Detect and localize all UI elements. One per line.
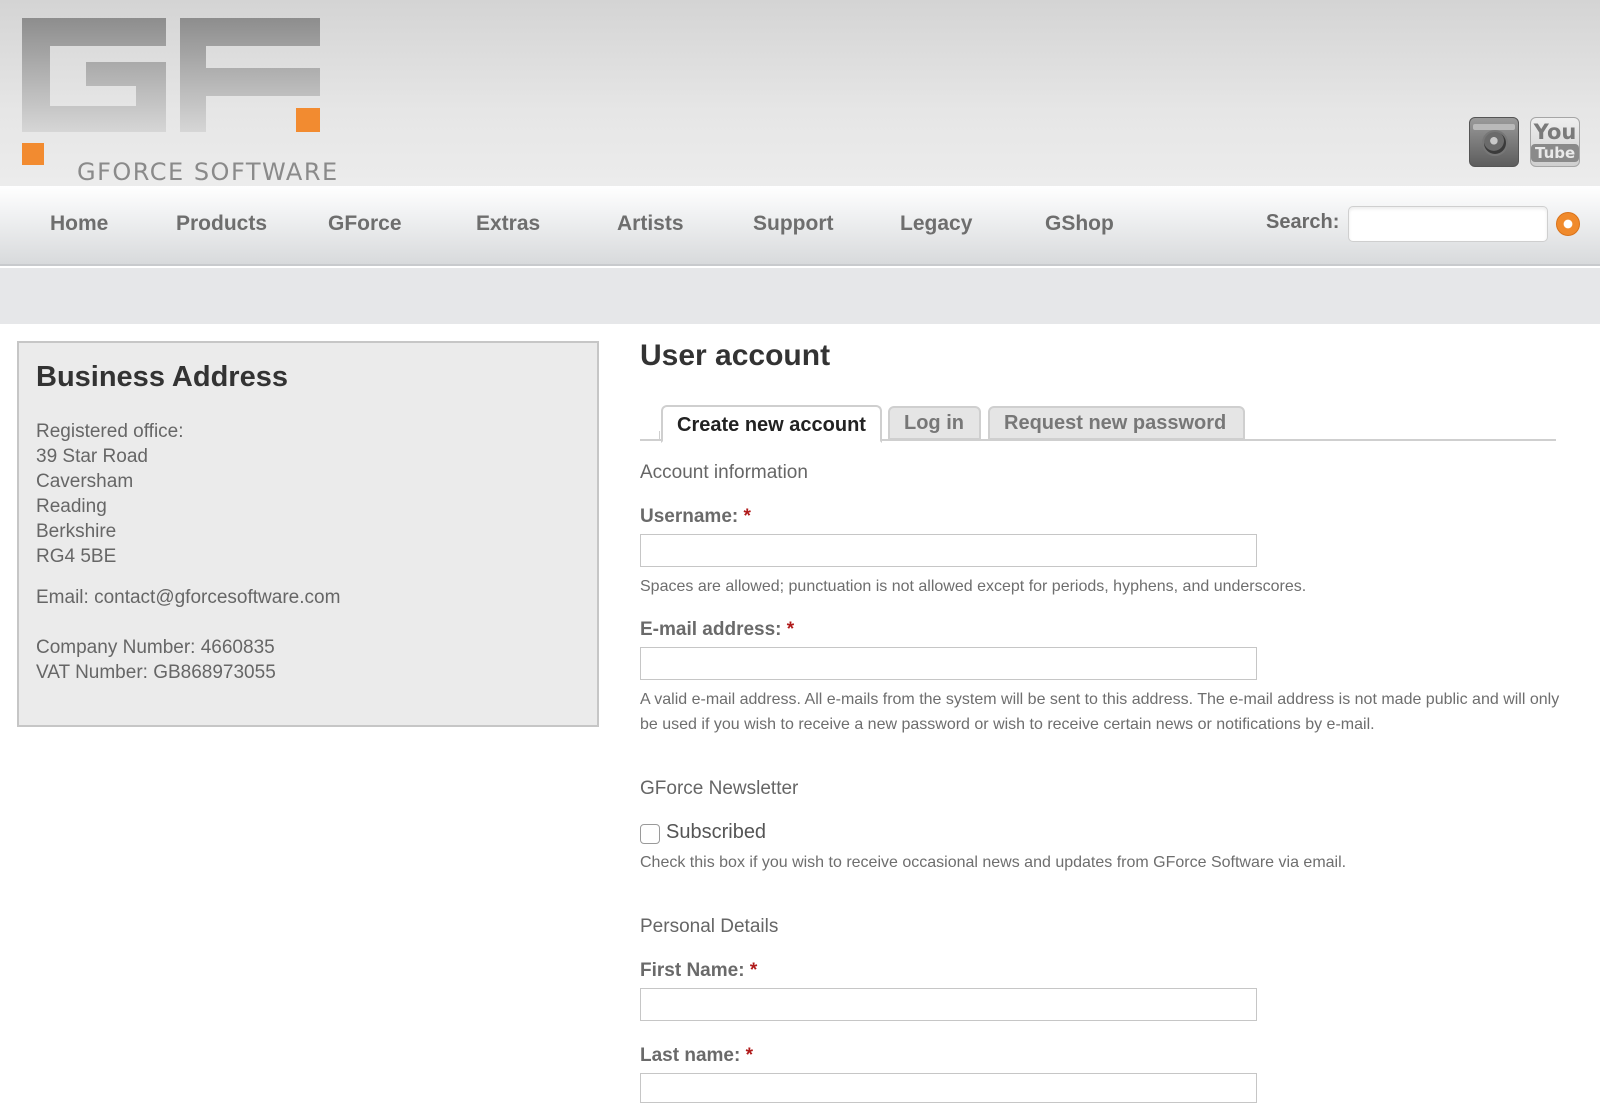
business-address-block: Business Address Registered office: 39 S… — [17, 341, 599, 727]
username-field[interactable] — [640, 534, 1257, 567]
sub-navigation-bar — [0, 268, 1600, 324]
subscribed-label[interactable]: Subscribed — [666, 821, 766, 844]
required-marker: * — [749, 960, 758, 981]
first-name-field[interactable] — [640, 988, 1257, 1021]
address-line: Berkshire — [36, 521, 117, 542]
nav-item-gforce[interactable]: GForce — [328, 208, 402, 240]
gf-logo-icon[interactable]: GFORCE SOFTWARE — [20, 16, 337, 186]
required-marker: * — [786, 619, 795, 640]
last-name-field[interactable] — [640, 1073, 1257, 1103]
email-label-text: E-mail address: — [640, 619, 782, 640]
nav-item-home[interactable]: Home — [50, 208, 108, 240]
instagram-camera-icon[interactable] — [1469, 117, 1519, 167]
address-line: Reading — [36, 496, 107, 517]
camera-lens — [1482, 130, 1508, 156]
youtube-tube-text: Tube — [1531, 144, 1580, 162]
search-input[interactable] — [1348, 206, 1548, 242]
email-label: E-mail address: * — [640, 619, 794, 641]
subscribed-checkbox[interactable] — [640, 824, 660, 844]
logo-wordmark: GFORCE SOFTWARE — [77, 158, 339, 186]
email-field[interactable] — [640, 647, 1257, 680]
newsletter-heading: GForce Newsletter — [640, 778, 799, 799]
gf-logo-graphic — [22, 18, 320, 165]
last-name-label-text: Last name: — [640, 1045, 741, 1066]
search-label: Search: — [1266, 211, 1340, 233]
contact-email: Email: contact@gforcesoftware.com — [36, 587, 341, 608]
youtube-you-text: You — [1533, 120, 1577, 144]
search-go-icon[interactable] — [1556, 212, 1580, 236]
required-marker: * — [745, 1045, 753, 1066]
nav-item-artists[interactable]: Artists — [617, 208, 684, 240]
youtube-icon[interactable]: You Tube — [1530, 117, 1580, 167]
personal-details-heading: Personal Details — [640, 916, 779, 937]
first-name-label: First Name: * — [640, 960, 757, 982]
page-title: User account — [640, 339, 831, 372]
required-marker: * — [743, 506, 751, 527]
newsletter-help: Check this box if you wish to receive oc… — [640, 854, 1347, 871]
username-label: Username: * — [640, 506, 751, 528]
tab-request-new-password[interactable]: Request new password — [988, 406, 1245, 440]
site-header: GFORCE SOFTWARE You Tube — [0, 0, 1600, 186]
username-help: Spaces are allowed; punctuation is not a… — [640, 578, 1307, 595]
nav-item-support[interactable]: Support — [753, 208, 833, 240]
main-navigation: Home Products GForce Extras Artists Supp… — [0, 186, 1600, 266]
tab-create-new-account[interactable]: Create new account — [661, 405, 882, 443]
nav-item-gshop[interactable]: GShop — [1045, 208, 1114, 240]
company-number: Company Number: 4660835 — [36, 637, 275, 658]
address-line: Caversham — [36, 471, 134, 492]
address-line: RG4 5BE — [36, 546, 117, 567]
tab-log-in[interactable]: Log in — [888, 406, 981, 440]
email-help: A valid e-mail address. All e-mails from… — [640, 691, 1560, 733]
nav-item-products[interactable]: Products — [176, 208, 267, 240]
nav-item-legacy[interactable]: Legacy — [900, 208, 972, 240]
vat-number: VAT Number: GB868973055 — [36, 662, 276, 683]
account-information-heading: Account information — [640, 462, 808, 483]
business-address-title: Business Address — [36, 361, 288, 393]
first-name-label-text: First Name: — [640, 960, 745, 981]
last-name-label: Last name: * — [640, 1045, 753, 1067]
username-label-text: Username: — [640, 506, 739, 527]
address-line: Registered office: — [36, 421, 184, 442]
nav-item-extras[interactable]: Extras — [476, 208, 540, 240]
address-line: 39 Star Road — [36, 446, 148, 467]
